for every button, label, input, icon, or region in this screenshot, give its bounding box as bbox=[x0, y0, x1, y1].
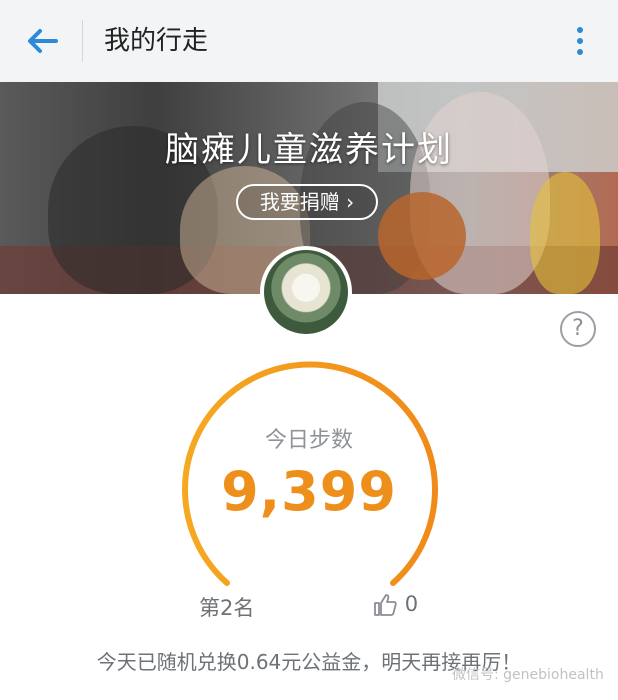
thumbs-up-icon bbox=[374, 594, 397, 616]
steps-label: 今日步数 bbox=[264, 428, 353, 453]
rank-label[interactable]: 第2名 bbox=[199, 592, 254, 622]
like-count: 0 bbox=[404, 592, 419, 616]
step-gauge bbox=[182, 361, 438, 586]
steps-value: 9,399 bbox=[221, 460, 397, 523]
like-button[interactable]: 0 bbox=[372, 592, 418, 622]
wechat-watermark: 微信号: genebiohealth bbox=[452, 667, 604, 683]
